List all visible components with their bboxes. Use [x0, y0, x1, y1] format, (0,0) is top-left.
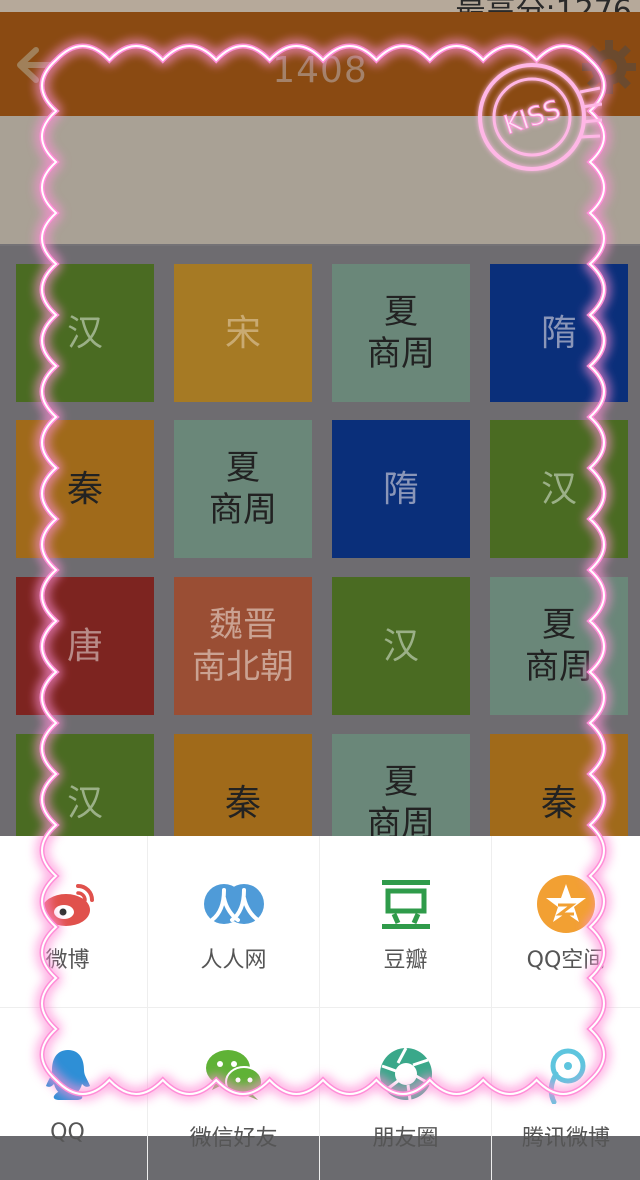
- share-label-wechat: 微信好友: [189, 1126, 278, 1151]
- share-qzone[interactable]: QQ空间: [492, 836, 640, 1008]
- share-tencent-weibo[interactable]: 腾讯微博: [492, 1008, 640, 1180]
- board-tile: 汉: [332, 577, 470, 715]
- share-label-qzone: QQ空间: [526, 948, 606, 973]
- game-board: 汉宋夏 商周隋秦夏 商周隋汉唐魏晋 南北朝汉夏 商周汉秦夏 商周秦: [0, 246, 640, 872]
- share-weibo[interactable]: 微博: [0, 836, 148, 1008]
- board-tile: 魏晋 南北朝: [174, 577, 312, 715]
- share-label-tencent-weibo: 腾讯微博: [521, 1126, 610, 1151]
- share-label-weibo: 微博: [45, 948, 90, 973]
- weibo-icon: [41, 884, 94, 926]
- board-tile: 唐: [16, 577, 154, 715]
- wechat-icon: [205, 1050, 263, 1100]
- share-moments[interactable]: 朋友圈: [320, 1008, 492, 1180]
- share-label-douban: 豆瓣: [383, 948, 428, 973]
- board-tile: 汉: [16, 264, 154, 402]
- board-tile: 宋: [174, 264, 312, 402]
- share-row-1: 微博 人人网 豆瓣 QQ空间: [0, 836, 640, 1008]
- board-tile: 夏 商周: [332, 264, 470, 402]
- board-tile: 秦: [16, 420, 154, 558]
- board-tile: 夏 商周: [490, 577, 628, 715]
- tencent-weibo-icon: [548, 1048, 586, 1104]
- board-tile: 隋: [490, 264, 628, 402]
- board-tile: 汉: [490, 420, 628, 558]
- moments-icon: [379, 1047, 432, 1101]
- qq-icon: [45, 1050, 90, 1100]
- share-label-qq: QQ: [50, 1120, 85, 1145]
- board-tile: 夏 商周: [174, 420, 312, 558]
- share-douban[interactable]: 豆瓣: [320, 836, 492, 1008]
- renren-icon: [203, 884, 264, 924]
- share-qq[interactable]: QQ: [0, 1008, 148, 1180]
- stamp-text: KISS: [500, 95, 564, 141]
- kiss-stamp-icon: KISS: [472, 52, 603, 182]
- qzone-icon: [537, 875, 595, 933]
- share-wechat[interactable]: 微信好友: [148, 1008, 320, 1180]
- share-sheet: 微博 人人网 豆瓣 QQ空间 QQ 微信好友 朋友圈 腾讯微博: [0, 836, 640, 1180]
- share-label-renren: 人人网: [200, 948, 267, 973]
- share-label-moments: 朋友圈: [372, 1126, 439, 1151]
- share-row-2: QQ 微信好友 朋友圈 腾讯微博: [0, 1008, 640, 1180]
- board-tile: 隋: [332, 420, 470, 558]
- douban-icon: [381, 880, 430, 929]
- share-renren[interactable]: 人人网: [148, 836, 320, 1008]
